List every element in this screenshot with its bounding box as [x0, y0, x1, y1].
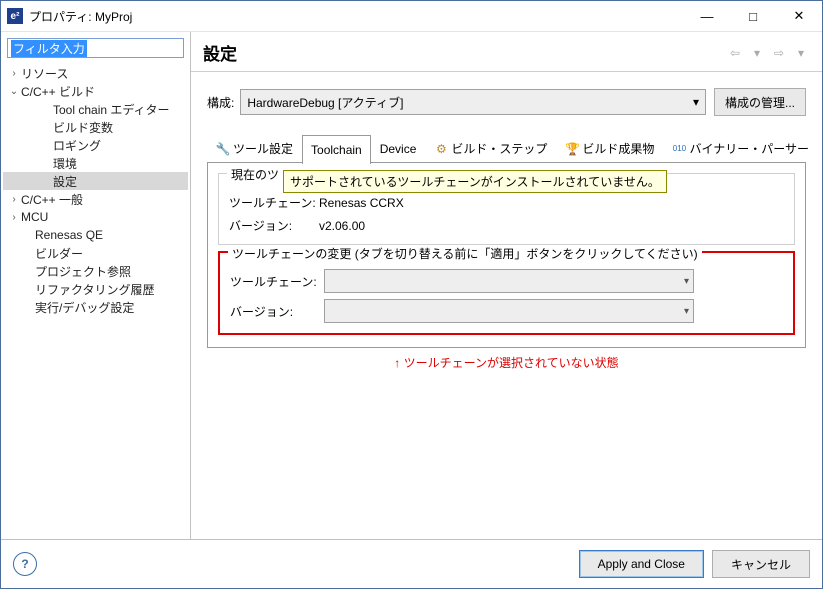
annotation-note: ↑ ツールチェーンが選択されていない状態 [207, 354, 806, 371]
nav-dropdown-icon[interactable]: ▾ [748, 44, 766, 62]
tree-item[interactable]: ›C/C++ 一般 [3, 190, 188, 208]
current-toolchain-value: Renesas CCRX [319, 196, 404, 210]
apply-and-close-button[interactable]: Apply and Close [579, 550, 704, 578]
tree-item-label: 環境 [53, 155, 77, 172]
tree-item-label: 実行/デバッグ設定 [35, 299, 134, 316]
tab-label: Toolchain [311, 143, 362, 157]
tree-item[interactable]: プロジェクト参照 [3, 262, 188, 280]
tree-item-label: リファクタリング履歴 [35, 281, 155, 298]
tree-expander-icon[interactable]: › [7, 68, 21, 79]
current-toolchain-group-title: 現在のツ [227, 166, 283, 183]
tree-item[interactable]: ⌄C/C++ ビルド [3, 82, 188, 100]
nav-dropdown2-icon[interactable]: ▾ [792, 44, 810, 62]
tab-label: ビルド・ステップ [451, 140, 547, 157]
tree-item-label: Tool chain エディター [53, 101, 170, 118]
tree-item-label: ビルド変数 [53, 119, 113, 136]
tree-expander-icon[interactable]: › [7, 194, 21, 205]
tab[interactable]: 010バイナリー・パーサー [663, 134, 818, 163]
titlebar: e² プロパティ: MyProj — □ ✕ [1, 1, 822, 32]
app-icon: e² [7, 8, 23, 24]
sidebar: フィルタ入力 ›リソース⌄C/C++ ビルドTool chain エディタービル… [1, 32, 191, 539]
close-button[interactable]: ✕ [776, 1, 822, 31]
change-toolchain-label: ツールチェーン: [230, 273, 320, 290]
filter-input[interactable]: フィルタ入力 [7, 38, 184, 58]
tree-item[interactable]: ビルダー [3, 244, 188, 262]
tree-item-label: ロギング [53, 137, 101, 154]
tab[interactable]: 🔧ツール設定 [207, 134, 302, 163]
tree-item[interactable]: リファクタリング履歴 [3, 280, 188, 298]
cancel-button[interactable]: キャンセル [712, 550, 810, 578]
tree-item[interactable]: Renesas QE [3, 226, 188, 244]
change-version-label: バージョン: [230, 303, 320, 320]
category-tree[interactable]: ›リソース⌄C/C++ ビルドTool chain エディタービルド変数ロギング… [3, 64, 188, 316]
tab-label: ツール設定 [233, 140, 293, 157]
page-title: 設定 [203, 40, 726, 65]
change-toolchain-group-title: ツールチェーンの変更 (タブを切り替える前に「適用」ボタンをクリックしてください… [228, 245, 702, 262]
tree-item[interactable]: 設定 [3, 172, 188, 190]
tab[interactable]: ⚙ビルド・ステップ [425, 134, 556, 163]
config-label: 構成: [207, 94, 234, 111]
tree-item[interactable]: Tool chain エディター [3, 100, 188, 118]
current-version-label: バージョン: [229, 217, 319, 234]
tree-expander-icon[interactable]: › [7, 212, 21, 223]
tab-label: Device [380, 142, 417, 156]
maximize-button[interactable]: □ [730, 1, 776, 31]
tree-item-label: C/C++ ビルド [21, 83, 95, 100]
tree-item-label: Renesas QE [35, 228, 103, 242]
tab-label: バイナリー・パーサー [689, 140, 809, 157]
chevron-down-icon: ▾ [693, 95, 699, 109]
tree-item[interactable]: 実行/デバッグ設定 [3, 298, 188, 316]
change-toolchain-select[interactable]: ▾ [324, 269, 694, 293]
tab-label: ビルド成果物 [582, 140, 654, 157]
tab-icon: 🏆 [565, 142, 579, 156]
current-version-value: v2.06.00 [319, 219, 365, 233]
tree-item[interactable]: ›MCU [3, 208, 188, 226]
current-toolchain-label: ツールチェーン: [229, 194, 319, 211]
tab[interactable]: Device [371, 134, 426, 163]
tree-item[interactable]: ›リソース [3, 64, 188, 82]
tree-item-label: MCU [21, 210, 48, 224]
toolchain-tooltip: サポートされているツールチェーンがインストールされていません。 [283, 170, 667, 193]
tree-item-label: ビルダー [35, 245, 83, 262]
tree-item-label: プロジェクト参照 [35, 263, 131, 280]
tree-item-label: リソース [21, 65, 68, 82]
help-icon[interactable]: ? [13, 552, 37, 576]
config-manage-button[interactable]: 構成の管理... [714, 88, 806, 116]
filter-placeholder: フィルタ入力 [11, 40, 87, 57]
chevron-down-icon: ▾ [684, 306, 689, 317]
tabbar: 🔧ツール設定ToolchainDevice⚙ビルド・ステップ🏆ビルド成果物010… [207, 134, 806, 163]
nav-back-icon[interactable]: ⇦ [726, 44, 744, 62]
tree-item[interactable]: ビルド変数 [3, 118, 188, 136]
tab[interactable]: 🏆ビルド成果物 [556, 134, 663, 163]
minimize-button[interactable]: — [684, 1, 730, 31]
change-version-select[interactable]: ▾ [324, 299, 694, 323]
tab-icon: ⚙ [434, 142, 448, 156]
config-select[interactable]: HardwareDebug [アクティブ] ▾ [240, 89, 706, 115]
nav-fwd-icon[interactable]: ⇨ [770, 44, 788, 62]
window-title: プロパティ: MyProj [29, 8, 684, 25]
tab[interactable]: ⊘エラ [818, 134, 823, 163]
config-value: HardwareDebug [アクティブ] [247, 94, 403, 111]
tree-expander-icon[interactable]: ⌄ [7, 86, 21, 97]
tree-item[interactable]: ロギング [3, 136, 188, 154]
tab-icon: 010 [672, 142, 686, 156]
tree-item-label: 設定 [53, 173, 77, 190]
tab-icon: 🔧 [216, 142, 230, 156]
chevron-down-icon: ▾ [684, 276, 689, 287]
tree-item[interactable]: 環境 [3, 154, 188, 172]
tab[interactable]: Toolchain [302, 135, 371, 164]
tree-item-label: C/C++ 一般 [21, 191, 83, 208]
